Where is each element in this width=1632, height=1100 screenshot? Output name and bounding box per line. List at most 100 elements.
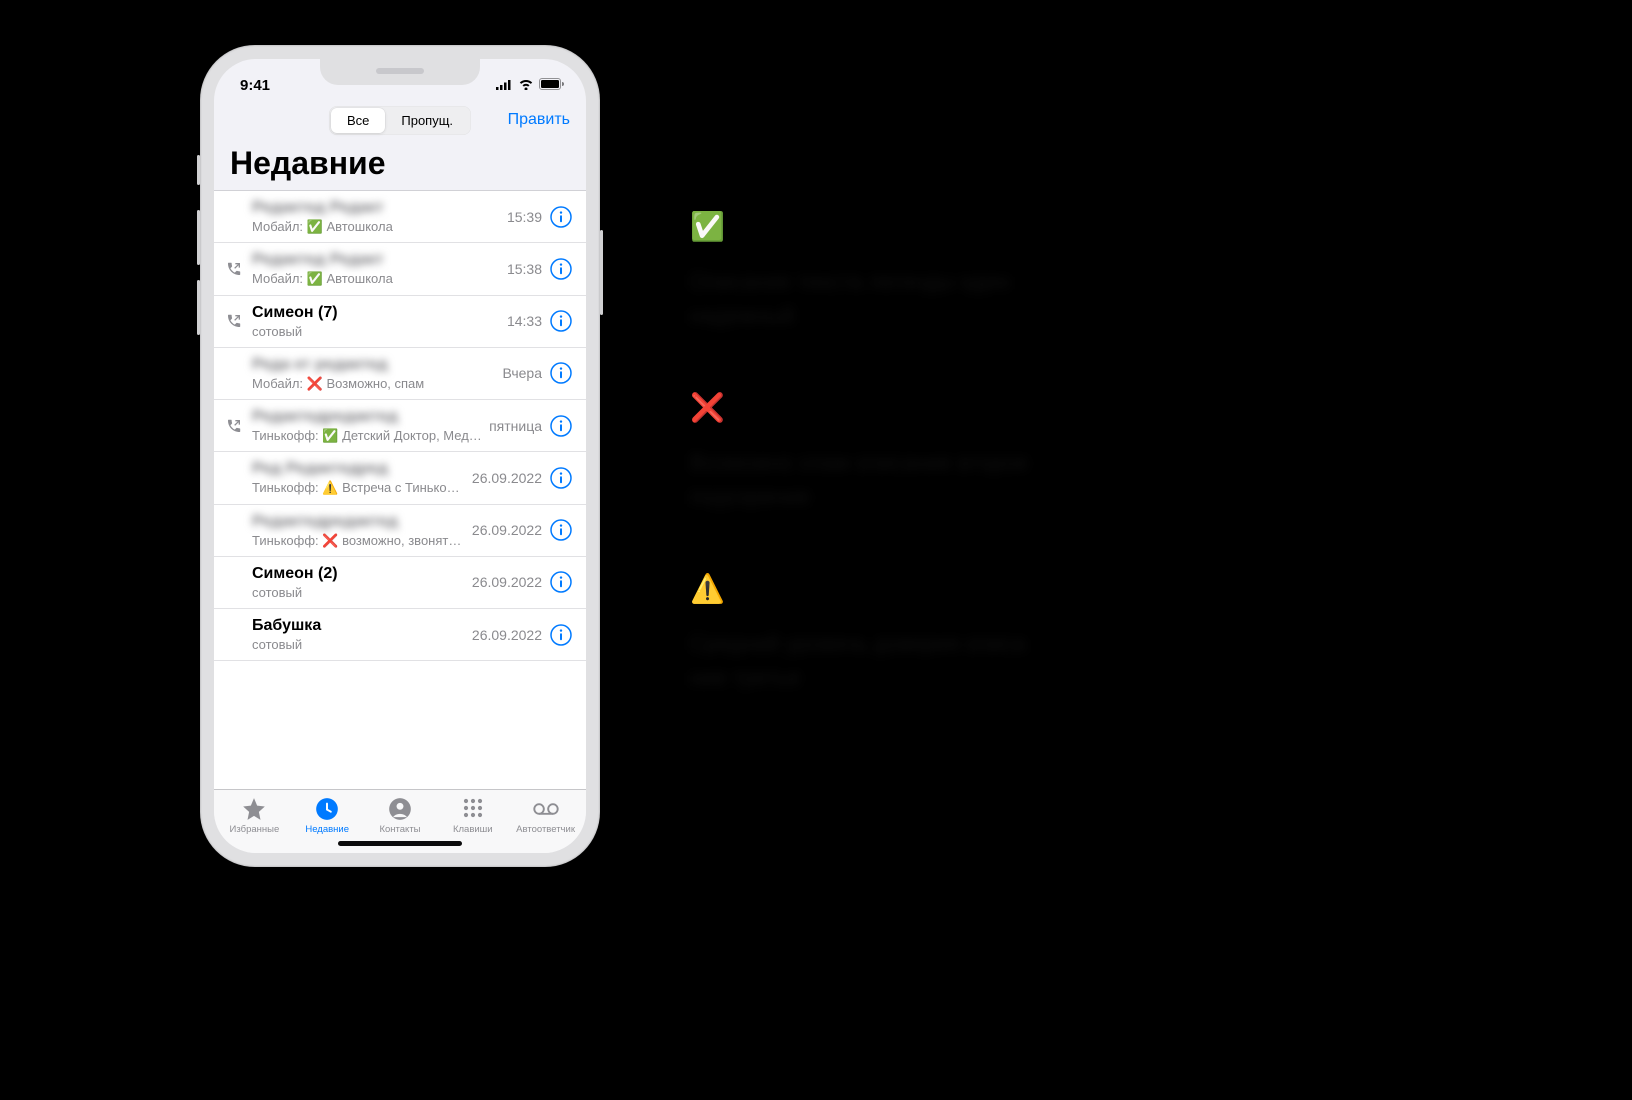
call-tag-icon: ⚠️ <box>322 480 338 495</box>
info-button[interactable] <box>550 206 572 228</box>
call-tag-icon: ❌ <box>322 533 338 548</box>
call-row-main: Бабушкасотовый <box>252 616 466 653</box>
legend-text-line: Возможно спам описание второе <box>690 446 1250 480</box>
call-sub-source: Мобайл: <box>252 271 307 286</box>
info-button[interactable] <box>550 415 572 437</box>
info-button[interactable] <box>550 571 572 593</box>
voicemail-icon <box>533 796 559 822</box>
battery-icon <box>539 77 564 94</box>
volume-down-button[interactable] <box>197 280 200 335</box>
info-button[interactable] <box>550 258 572 280</box>
call-time: пятница <box>489 418 542 434</box>
tab-label: Недавние <box>305 824 349 835</box>
call-subtitle: сотовый <box>252 585 466 601</box>
tab-label: Автоответчик <box>516 824 575 835</box>
home-indicator[interactable] <box>338 841 462 846</box>
call-time: 26.09.2022 <box>472 470 542 486</box>
call-sub-label: Детский Доктор, Мед… <box>338 428 481 443</box>
call-name: Симеон (2) <box>252 564 466 584</box>
tab-voicemail[interactable]: Автоответчик <box>509 796 582 835</box>
call-sub-source: сотовый <box>252 324 302 339</box>
notch <box>320 59 480 85</box>
call-sub-source: сотовый <box>252 585 302 600</box>
legend-text-line: подозрение <box>690 480 1250 514</box>
call-name: Редактед Редакт <box>252 250 501 270</box>
tab-label: Избранные <box>230 824 280 835</box>
info-button[interactable] <box>550 519 572 541</box>
legend-text-line: Средний уровень доверия описа <box>690 627 1250 661</box>
segment-missed[interactable]: Пропущ. <box>385 108 469 133</box>
edit-button[interactable]: Править <box>508 111 570 129</box>
call-sub-source: Тинькофф: <box>252 533 322 548</box>
call-sub-label: Автошкола <box>323 219 393 234</box>
call-row[interactable]: РедактедредактедТинькофф: ✅ Детский Докт… <box>214 400 586 452</box>
call-row[interactable]: Ред РедактедредТинькофф: ⚠️ Встреча с Ти… <box>214 452 586 504</box>
call-row[interactable]: Симеон (7)сотовый 14:33 <box>214 296 586 348</box>
call-row[interactable]: Редактед РедактМобайл: ✅ Автошкола15:38 <box>214 243 586 295</box>
call-sub-source: Тинькофф: <box>252 428 322 443</box>
call-row-main: Ред РедактедредТинькофф: ⚠️ Встреча с Ти… <box>252 459 466 496</box>
legend-text-line: надежный <box>690 299 1250 333</box>
call-sub-source: Мобайл: <box>252 376 307 391</box>
call-row[interactable]: Симеон (2)сотовый 26.09.2022 <box>214 557 586 609</box>
legend-text-line: Описание текста легенды один <box>690 265 1250 299</box>
call-sub-source: Мобайл: <box>252 219 307 234</box>
call-list[interactable]: Редактед РедактМобайл: ✅ Автошкола15:39Р… <box>214 190 586 789</box>
call-tag-icon: ✅ <box>307 219 323 234</box>
legend-emoji-icon: ✅ <box>690 210 1250 243</box>
tab-favorites[interactable]: Избранные <box>218 796 291 835</box>
legend-text-line: ние третье <box>690 661 1250 695</box>
call-row[interactable]: Реда кт редактедМобайл: ❌ Возможно, спам… <box>214 348 586 400</box>
call-name: Ред Редактедред <box>252 459 466 479</box>
call-time: 26.09.2022 <box>472 574 542 590</box>
call-time: 15:38 <box>507 261 542 277</box>
call-row[interactable]: РедактедредактедТинькофф: ❌ возможно, зв… <box>214 505 586 557</box>
call-name: Бабушка <box>252 616 466 636</box>
volume-up-button[interactable] <box>197 210 200 265</box>
call-time: 14:33 <box>507 313 542 329</box>
call-sub-label: Автошкола <box>323 271 393 286</box>
keypad-icon <box>460 796 486 822</box>
call-subtitle: сотовый <box>252 637 466 653</box>
call-subtitle: Мобайл: ✅ Автошкола <box>252 219 501 235</box>
call-row-main: Симеон (7)сотовый <box>252 303 501 340</box>
call-subtitle: сотовый <box>252 324 501 340</box>
clock-icon <box>314 796 340 822</box>
status-indicators <box>496 77 564 94</box>
info-button[interactable] <box>550 467 572 489</box>
call-row[interactable]: Бабушкасотовый 26.09.2022 <box>214 609 586 661</box>
tab-keypad[interactable]: Клавиши <box>436 796 509 835</box>
call-sub-label: возможно, звонят… <box>338 533 461 548</box>
call-sub-label: Встреча с Тинько… <box>338 480 459 495</box>
call-time: 26.09.2022 <box>472 522 542 538</box>
tab-recents[interactable]: Недавние <box>291 796 364 835</box>
call-tag-icon: ❌ <box>307 376 323 391</box>
tab-label: Контакты <box>379 824 420 835</box>
call-subtitle: Тинькофф: ⚠️ Встреча с Тинько… <box>252 480 466 496</box>
tab-contacts[interactable]: Контакты <box>364 796 437 835</box>
call-name: Реда кт редактед <box>252 355 496 375</box>
call-name: Редактед Редакт <box>252 198 501 218</box>
call-row-main: РедактедредактедТинькофф: ✅ Детский Докт… <box>252 407 483 444</box>
info-button[interactable] <box>550 310 572 332</box>
cellular-icon <box>496 77 513 94</box>
call-row[interactable]: Редактед РедактМобайл: ✅ Автошкола 15:39 <box>214 191 586 243</box>
power-button[interactable] <box>600 230 603 315</box>
mute-switch[interactable] <box>197 155 200 185</box>
call-name: Редактедредактед <box>252 512 466 532</box>
info-button[interactable] <box>550 624 572 646</box>
call-row-main: Редактед РедактМобайл: ✅ Автошкола <box>252 198 501 235</box>
tab-label: Клавиши <box>453 824 493 835</box>
call-time: 15:39 <box>507 209 542 225</box>
phone-frame: 9:41 Все Пропущ. Править Недавние Ред <box>200 45 600 867</box>
legend-emoji-icon: ⚠️ <box>690 572 1250 605</box>
legend-item: ✅ Описание текста легенды одиннадежный <box>690 210 1250 333</box>
call-tag-icon: ✅ <box>322 428 338 443</box>
call-name: Редактедредактед <box>252 407 483 427</box>
call-subtitle: Мобайл: ❌ Возможно, спам <box>252 376 496 392</box>
call-time: 26.09.2022 <box>472 627 542 643</box>
segment-all[interactable]: Все <box>331 108 385 133</box>
star-icon <box>241 796 267 822</box>
outgoing-call-icon <box>224 416 244 436</box>
info-button[interactable] <box>550 362 572 384</box>
